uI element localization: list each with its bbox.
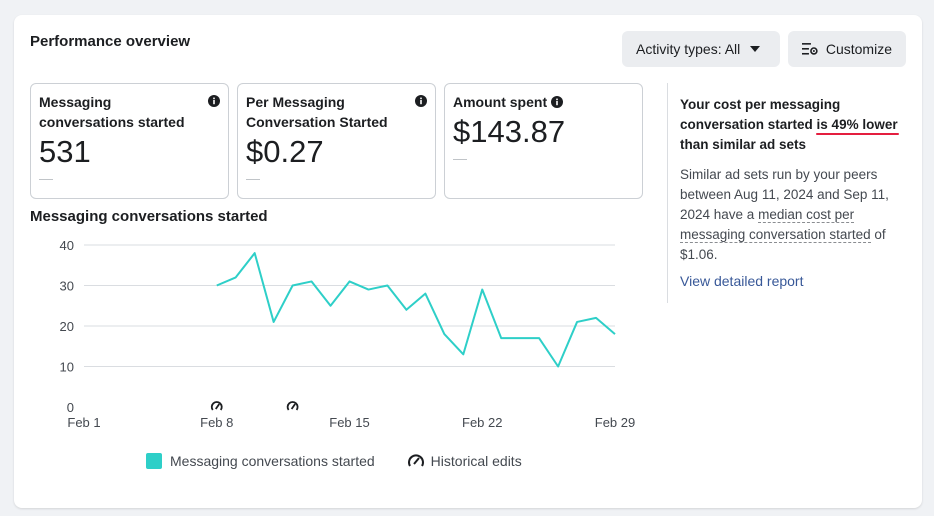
metric-label: Messaging conversations started <box>39 94 185 130</box>
historical-edit-icon <box>407 454 424 467</box>
performance-overview-card: Performance overview Activity types: All… <box>14 15 922 508</box>
customize-icon <box>802 43 818 55</box>
info-icon[interactable] <box>415 95 427 107</box>
y-tick-label: 30 <box>60 279 74 294</box>
x-tick-label: Feb 8 <box>200 415 233 430</box>
y-tick-label: 10 <box>60 360 74 375</box>
insight-highlight: is 49% lower <box>816 117 898 132</box>
y-tick-label: 40 <box>60 238 74 253</box>
chart-legend: Messaging conversations started Historic… <box>146 453 522 469</box>
info-icon[interactable] <box>208 95 220 107</box>
metric-delta: — <box>39 170 54 186</box>
x-tick-label: Feb 29 <box>595 415 635 430</box>
insight-headline: Your cost per messaging conversation sta… <box>680 95 906 155</box>
legend-edits-label: Historical edits <box>430 453 522 469</box>
historical-edit-marker-icon[interactable] <box>286 401 299 411</box>
legend-historical-edits[interactable]: Historical edits <box>407 453 522 469</box>
y-tick-label: 20 <box>60 319 74 334</box>
metric-value: 531 <box>39 134 91 169</box>
metric-card-conversations[interactable]: Messaging conversations started 531 — <box>30 83 229 199</box>
activity-types-dropdown[interactable]: Activity types: All <box>622 31 780 67</box>
view-detailed-report-link[interactable]: View detailed report <box>680 273 906 289</box>
historical-edit-marker-icon[interactable] <box>210 401 223 411</box>
vertical-divider <box>667 83 668 303</box>
metric-label: Per Messaging Conversation Started <box>246 94 388 130</box>
metric-card-cost-per-conversation[interactable]: Per Messaging Conversation Started $0.27… <box>237 83 436 199</box>
legend-swatch <box>146 453 162 469</box>
chevron-down-icon <box>750 46 761 52</box>
page-title: Performance overview <box>30 33 191 50</box>
metric-delta: — <box>246 170 261 186</box>
metric-card-amount-spent[interactable]: Amount spent $143.87 — <box>444 83 643 199</box>
metric-value: $143.87 <box>453 114 566 149</box>
insight-head-tail: than similar ad sets <box>680 137 807 152</box>
y-tick-label: 0 <box>67 400 74 415</box>
insight-body: Similar ad sets run by your peers betwee… <box>680 165 906 265</box>
customize-button[interactable]: Customize <box>788 31 906 67</box>
metric-value: $0.27 <box>246 134 324 169</box>
chart-title: Messaging conversations started <box>30 208 268 225</box>
conversations-line-chart: 0 10 20 30 40 Feb 1 Feb 8 Feb 15 Feb 22 Feb 29 <box>60 238 636 430</box>
legend-series-label: Messaging conversations started <box>170 453 375 469</box>
activity-types-label: Activity types: All <box>636 41 741 57</box>
x-tick-label: Feb 1 <box>67 415 100 430</box>
customize-label: Customize <box>825 41 892 57</box>
metric-label-row: Amount spent <box>453 92 564 112</box>
x-tick-label: Feb 22 <box>462 415 502 430</box>
metric-label: Amount spent <box>453 94 548 110</box>
insight-panel: Your cost per messaging conversation sta… <box>680 95 906 289</box>
info-icon[interactable] <box>551 96 564 108</box>
x-tick-label: Feb 15 <box>329 415 369 430</box>
series-line <box>216 252 616 368</box>
metric-delta: — <box>453 150 468 166</box>
